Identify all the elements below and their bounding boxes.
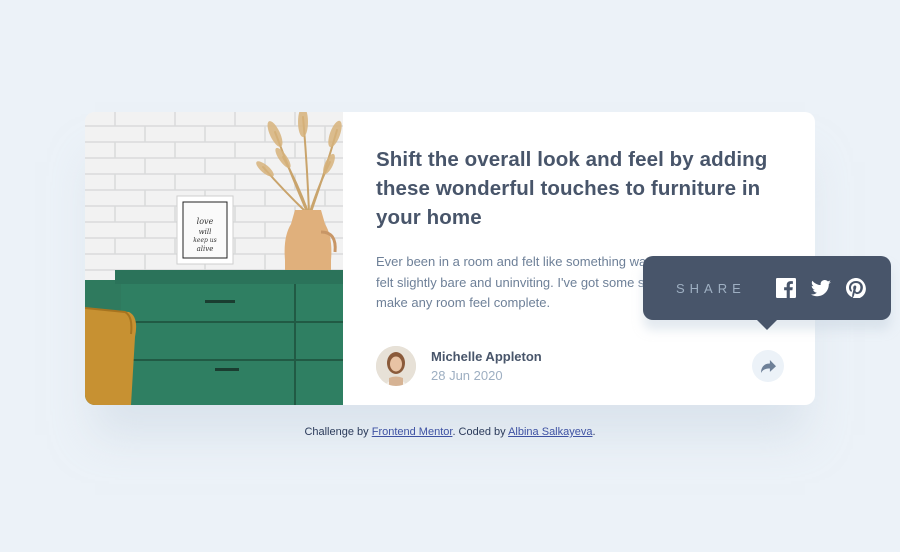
facebook-icon[interactable] [775,277,797,299]
publish-date: 28 Jun 2020 [431,368,503,383]
svg-text:keep us: keep us [193,237,216,244]
svg-text:alive: alive [197,245,214,253]
share-tooltip: SHARE [643,256,891,330]
frontend-mentor-link[interactable]: Frontend Mentor [372,426,453,438]
share-button[interactable] [752,350,784,382]
share-icon [760,359,776,373]
article-image: love will keep us alive [85,112,343,405]
avatar [376,346,416,386]
share-label: SHARE [676,280,746,296]
author-info: Michelle Appleton 28 Jun 2020 [431,349,542,383]
attribution: Challenge by Frontend Mentor. Coded by A… [0,426,900,438]
attribution-prefix: Challenge by [304,426,369,438]
author-link[interactable]: Albina Salkayeva [508,426,592,438]
pinterest-icon[interactable] [845,277,867,299]
svg-text:love: love [197,217,214,226]
article-title: Shift the overall look and feel by addin… [376,148,768,229]
author-name: Michelle Appleton [431,349,542,364]
author-block: Michelle Appleton 28 Jun 2020 [376,346,542,386]
twitter-icon[interactable] [810,277,832,299]
attribution-suffix: . [592,426,596,438]
svg-text:will: will [199,228,212,236]
attribution-middle: . Coded by [452,426,506,438]
